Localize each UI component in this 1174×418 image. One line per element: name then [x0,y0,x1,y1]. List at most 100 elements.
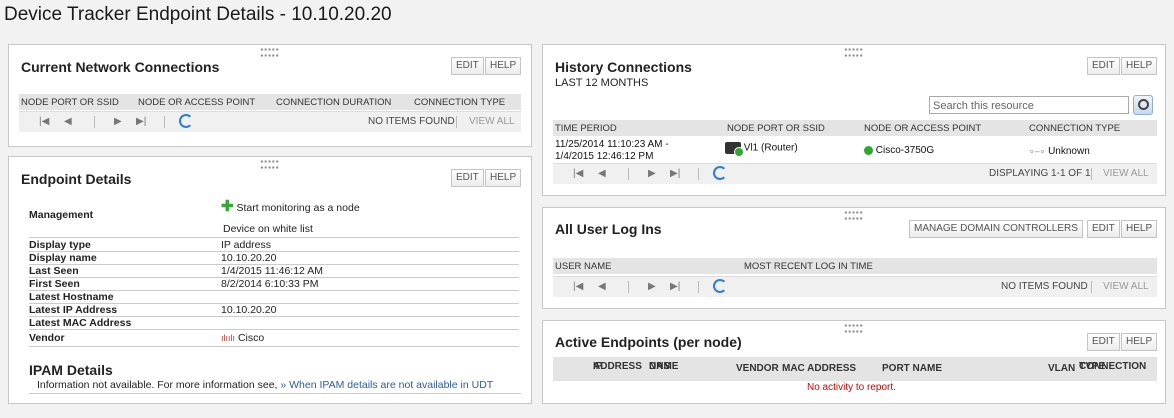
drag-handle[interactable]: ▪▪▪▪▪ ▪▪▪▪▪ [844,322,863,336]
refresh-icon[interactable] [179,114,193,128]
detail-label: Vendor [29,332,65,344]
column-header[interactable]: MOST RECENT LOG IN TIME [744,261,873,272]
help-button[interactable]: HELP [1121,57,1158,75]
no-activity-message: No activity to report. [807,382,896,393]
column-header[interactable]: CONNECTION DURATION [276,97,391,108]
view-all-link[interactable]: VIEW ALL [469,116,515,127]
table-header: USER NAME MOST RECENT LOG IN TIME [553,258,1157,274]
panel-title: All User Log Ins [555,221,662,237]
view-all-link[interactable]: VIEW ALL [1103,281,1149,292]
start-monitoring-link[interactable]: ✚ Start monitoring as a node [221,197,360,215]
drag-handle[interactable]: ▪▪▪▪▪ ▪▪▪▪▪ [844,46,863,60]
detail-row: First Seen 8/2/2014 6:10:33 PM [29,278,519,291]
column-header[interactable]: MAC ADDRESS [782,363,856,374]
connection-type-cell: ∘–∘ Unknown [1029,145,1090,158]
help-button[interactable]: HELP [485,169,522,187]
next-page-icon[interactable]: ▶ [648,281,656,292]
active-endpoints-panel: ▪▪▪▪▪ ▪▪▪▪▪ Active Endpoints (per node) E… [542,320,1166,404]
detail-row: Last Seen 1/4/2015 11:46:12 AM [29,265,519,278]
first-page-icon[interactable]: |◀ [573,168,583,179]
endpoint-details-panel: ▪▪▪▪▪ ▪▪▪▪▪ Endpoint Details EDIT HELP Ma… [8,156,532,404]
white-list-text: Device on white list [223,223,313,235]
panel-title: Current Network Connections [21,59,220,75]
first-page-icon[interactable]: |◀ [573,281,583,292]
drag-handle[interactable]: ▪▪▪▪▪ ▪▪▪▪▪ [260,158,279,172]
panel-title: Endpoint Details [21,171,132,187]
edit-button[interactable]: EDIT [1087,57,1120,75]
divider [164,116,165,128]
edit-button[interactable]: EDIT [451,57,484,75]
refresh-icon[interactable] [713,166,727,180]
search-icon[interactable] [1133,95,1153,115]
column-header[interactable]: NODE PORT OR SSID [727,123,825,134]
prev-page-icon[interactable]: ◀ [598,168,606,179]
search-input[interactable]: Search this resource [929,96,1129,114]
last-page-icon[interactable]: ▶| [670,281,680,292]
edit-button[interactable]: EDIT [1087,220,1120,238]
current-connections-panel: ▪▪▪▪▪ ▪▪▪▪▪ Current Network Connections E… [8,44,532,147]
time-period-start: 11/25/2014 11:10:23 AM - [555,139,669,150]
status-text: NO ITEMS FOUND [368,116,455,127]
pager: |◀ ◀ ▶ ▶| NO ITEMS FOUND VIEW ALL [19,111,521,132]
detail-value: 10.10.20.20 [221,252,277,264]
divider [94,116,95,128]
next-page-icon[interactable]: ▶ [648,168,656,179]
drag-handle[interactable]: ▪▪▪▪▪ ▪▪▪▪▪ [844,209,863,223]
node-port-cell[interactable]: Vl1 (Router) [725,142,798,157]
detail-value: 8/2/2014 6:10:33 PM [221,278,319,290]
column-header[interactable]: USER NAME [555,261,611,272]
last-page-icon[interactable]: ▶| [136,116,146,127]
view-all-link[interactable]: VIEW ALL [1103,168,1149,179]
column-header[interactable]: VLAN [1048,363,1075,374]
edit-button[interactable]: EDIT [451,169,484,187]
divider [456,116,457,128]
column-header[interactable]: PORT NAME [882,363,942,374]
detail-value: 1/4/2015 11:46:12 AM [221,265,323,277]
help-button[interactable]: HELP [485,57,522,75]
help-button[interactable]: HELP [1121,333,1158,351]
divider [628,168,629,180]
column-header[interactable]: CONNECTION TYPE [414,97,505,108]
divider [29,393,521,394]
detail-value: 10.10.20.20 [221,304,277,316]
node-port-value: Vl1 (Router) [743,142,798,154]
detail-label: First Seen [29,278,80,290]
column-header[interactable]: TIME PERIOD [555,123,617,134]
column-header[interactable]: NODE OR ACCESS POINT [138,97,255,108]
ipam-help-link[interactable]: » When IPAM details are not available in… [280,379,493,391]
column-header[interactable]: CONNECTION TYPE [1029,123,1120,134]
prev-page-icon[interactable]: ◀ [64,116,72,127]
plus-icon: ✚ [221,198,234,215]
start-monitoring-label: Start monitoring as a node [236,202,360,214]
column-header[interactable]: VENDOR [736,363,779,374]
table-header: IP ADDRESS DNS NAME VENDOR MAC ADDRESS POR… [553,357,1157,381]
ipam-title: IPAM Details [29,362,113,378]
divider [628,281,629,293]
table-row: 11/25/2014 11:10:23 AM - 1/4/2015 12:46:… [553,137,1157,165]
last-page-icon[interactable]: ▶| [670,168,680,179]
detail-value: IP address [221,239,272,251]
history-connections-panel: ▪▪▪▪▪ ▪▪▪▪▪ History Connections LAST 12 M… [542,44,1166,196]
column-header[interactable]: NODE OR ACCESS POINT [864,123,981,134]
page-title: Device Tracker Endpoint Details - 10.10.… [4,4,392,25]
time-period-cell: 11/25/2014 11:10:23 AM - 1/4/2015 12:46:… [555,139,669,163]
table-header: TIME PERIOD NODE PORT OR SSID NODE OR AC… [553,120,1157,136]
prev-page-icon[interactable]: ◀ [598,281,606,292]
details-table: Management ✚ Start monitoring as a node … [29,195,529,355]
manage-domain-controllers-button[interactable]: MANAGE DOMAIN CONTROLLERS [909,220,1083,238]
detail-label: Last Seen [29,265,79,277]
edit-button[interactable]: EDIT [1087,333,1120,351]
refresh-icon[interactable] [713,279,727,293]
connection-type-value: Unknown [1048,146,1090,157]
first-page-icon[interactable]: |◀ [39,116,49,127]
detail-row: Vendor ılıılı Cisco [29,330,519,347]
router-icon [725,142,744,157]
divider [1091,168,1092,180]
time-period-end: 1/4/2015 12:46:12 PM [555,151,654,162]
help-button[interactable]: HELP [1121,220,1158,238]
drag-handle[interactable]: ▪▪▪▪▪ ▪▪▪▪▪ [260,46,279,60]
divider [29,237,519,238]
column-header[interactable]: NODE PORT OR SSID [21,97,119,108]
next-page-icon[interactable]: ▶ [114,116,122,127]
node-cell[interactable]: Cisco-3750G [864,145,934,157]
